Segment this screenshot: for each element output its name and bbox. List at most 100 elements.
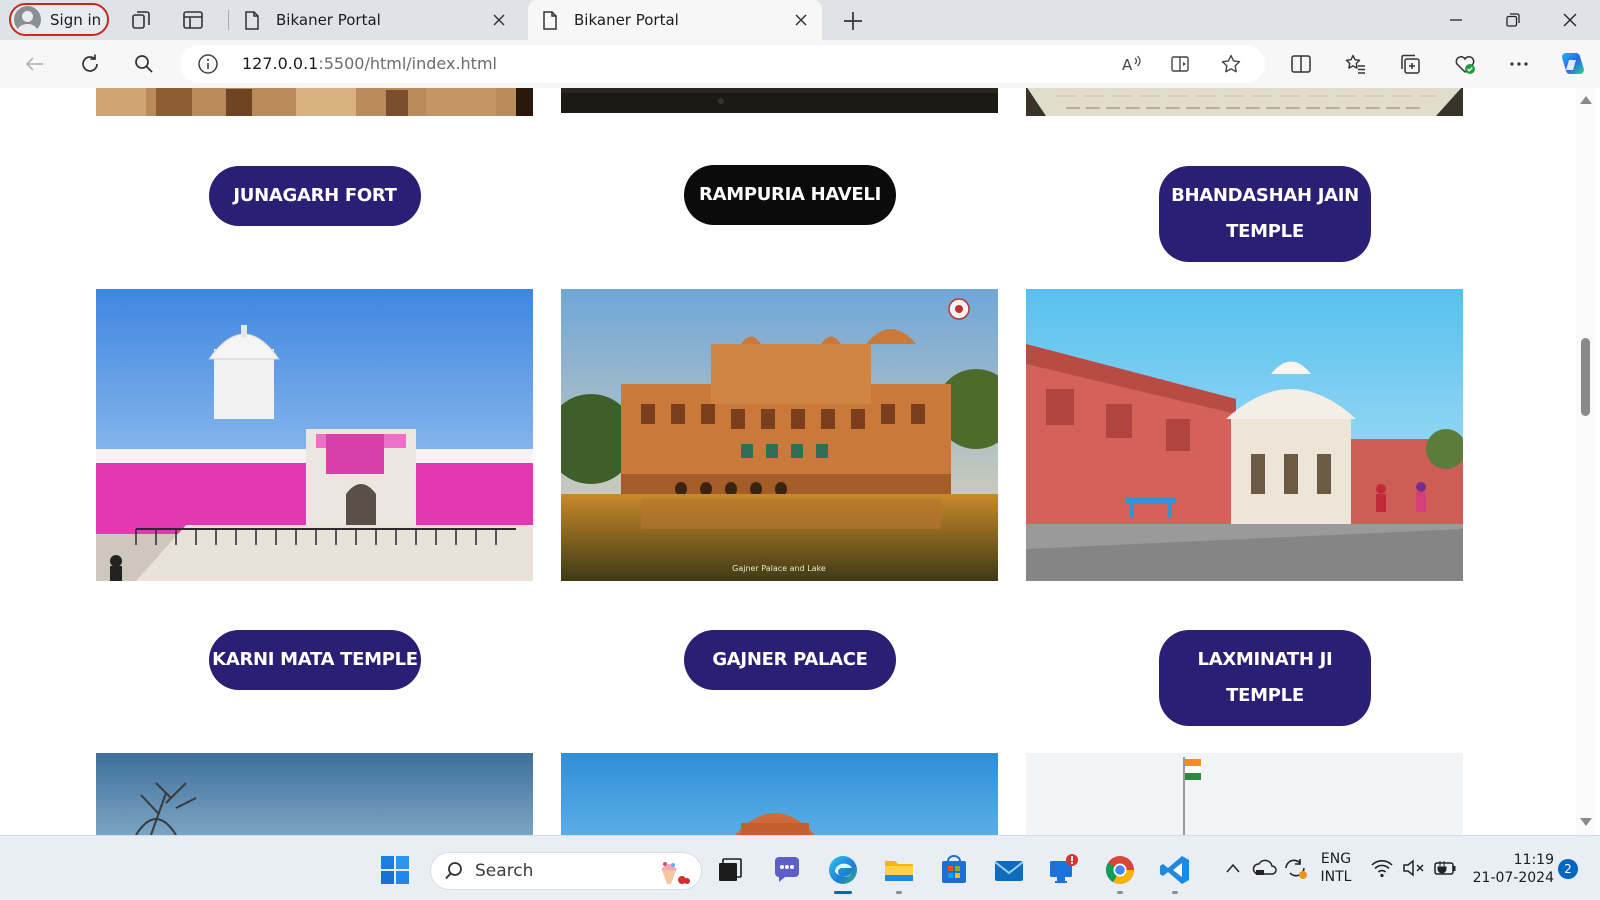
chrome-icon[interactable] bbox=[1103, 853, 1137, 887]
profile-button[interactable]: Sign in bbox=[9, 3, 109, 36]
gajner-palace-image: Gajner Palace and Lake bbox=[561, 289, 998, 581]
page-scrollbar[interactable] bbox=[1576, 88, 1595, 835]
browser-essentials-icon[interactable] bbox=[1454, 53, 1476, 75]
rampuria-haveli-button[interactable]: RAMPURIA HAVELI bbox=[684, 165, 896, 225]
profile-label: Sign in bbox=[50, 10, 102, 29]
favorite-star-icon[interactable] bbox=[1220, 53, 1242, 75]
laxminath-temple-photo bbox=[1026, 289, 1463, 581]
svg-text:A: A bbox=[1122, 56, 1133, 74]
close-tab-button[interactable] bbox=[788, 7, 814, 33]
laxminath-ji-temple-button[interactable]: LAXMINATH JI TEMPLE bbox=[1159, 630, 1371, 726]
chevron-up-icon[interactable] bbox=[1225, 862, 1241, 874]
language-line-2: INTL bbox=[1320, 869, 1352, 885]
bhandashah-temple-photo bbox=[1026, 88, 1463, 116]
taskbar: Search ENG INTL 11:19 21-07-2024 2 bbox=[0, 835, 1600, 900]
avatar bbox=[14, 6, 41, 33]
url-text[interactable]: 127.0.0.1:5500/html/index.html bbox=[242, 54, 497, 73]
search-icon bbox=[135, 55, 153, 73]
minimize-button[interactable] bbox=[1428, 0, 1484, 40]
vscode-icon[interactable] bbox=[1158, 853, 1192, 887]
tab-divider bbox=[228, 10, 229, 30]
close-tab-button[interactable] bbox=[486, 7, 512, 33]
restore-button[interactable] bbox=[1485, 0, 1541, 40]
favorites-icon[interactable] bbox=[1344, 53, 1366, 75]
url-path: :5500/html/index.html bbox=[318, 54, 497, 73]
notification-badge[interactable]: 2 bbox=[1558, 859, 1578, 879]
karni-mata-temple-button[interactable]: KARNI MATA TEMPLE bbox=[209, 630, 421, 690]
new-tab-icon[interactable] bbox=[840, 8, 866, 34]
workspaces-icon[interactable] bbox=[130, 9, 152, 31]
close-window-button[interactable] bbox=[1542, 0, 1598, 40]
sync-icon[interactable] bbox=[1282, 856, 1308, 880]
file-explorer-icon[interactable] bbox=[882, 853, 916, 887]
row3-photo-2 bbox=[561, 753, 998, 835]
more-options-icon[interactable] bbox=[1508, 53, 1530, 75]
edge-icon[interactable] bbox=[826, 853, 860, 887]
collections-icon[interactable] bbox=[1399, 53, 1421, 75]
url-host: 127.0.0.1 bbox=[242, 54, 319, 73]
tab-strip: Sign in Bikaner Portal Bikaner Portal bbox=[0, 0, 1600, 40]
microsoft-store-icon[interactable] bbox=[937, 853, 971, 887]
gajner-palace-photo: Gajner Palace and Lake bbox=[561, 289, 998, 581]
rampuria-haveli-photo bbox=[561, 88, 998, 113]
language-indicator[interactable]: ENG INTL bbox=[1316, 850, 1356, 886]
page-icon bbox=[245, 10, 259, 30]
taskbar-search[interactable]: Search bbox=[430, 852, 702, 890]
junagarh-fort-image bbox=[96, 88, 533, 116]
battery-charging-icon[interactable] bbox=[1432, 858, 1458, 878]
page-viewport: JUNAGARH FORT RAMPURIA HAVELI BHANDASHAH… bbox=[5, 88, 1576, 835]
volume-muted-icon[interactable] bbox=[1402, 858, 1426, 878]
search-highlight-icon bbox=[661, 862, 690, 884]
windows-start-icon[interactable] bbox=[378, 853, 412, 887]
page-icon bbox=[543, 10, 557, 30]
bhandashah-temple-image bbox=[1026, 88, 1463, 116]
tab-title: Bikaner Portal bbox=[276, 11, 381, 29]
tab-bikaner-portal-1[interactable]: Bikaner Portal bbox=[230, 0, 520, 40]
scroll-down-arrow[interactable] bbox=[1580, 818, 1592, 826]
task-view-icon[interactable] bbox=[713, 853, 747, 887]
row3-photo-1 bbox=[96, 753, 533, 835]
read-aloud-icon[interactable]: A bbox=[1121, 53, 1143, 75]
back-button[interactable] bbox=[22, 51, 48, 77]
row3-image-2 bbox=[561, 753, 998, 835]
remote-desktop-icon[interactable] bbox=[1047, 853, 1081, 887]
vscode-running-indicator bbox=[1172, 891, 1178, 894]
refresh-icon bbox=[82, 54, 98, 72]
junagarh-fort-button[interactable]: JUNAGARH FORT bbox=[209, 166, 421, 226]
row3-image-3 bbox=[1026, 753, 1463, 835]
scroll-up-arrow[interactable] bbox=[1580, 96, 1592, 104]
refresh-button[interactable] bbox=[77, 51, 103, 77]
restore-icon bbox=[1506, 13, 1520, 27]
clock[interactable]: 11:19 21-07-2024 bbox=[1468, 851, 1554, 887]
address-bar[interactable]: 127.0.0.1:5500/html/index.html A bbox=[180, 45, 1265, 83]
tab-bikaner-portal-2[interactable]: Bikaner Portal bbox=[528, 0, 822, 40]
close-icon bbox=[493, 14, 505, 26]
info-icon[interactable] bbox=[197, 53, 219, 75]
clock-date: 21-07-2024 bbox=[1472, 870, 1554, 886]
karni-mata-temple-image bbox=[96, 289, 533, 581]
mail-icon[interactable] bbox=[992, 853, 1026, 887]
rampuria-haveli-image bbox=[561, 88, 998, 113]
search-placeholder: Search bbox=[475, 861, 534, 881]
split-screen-icon[interactable] bbox=[1290, 53, 1312, 75]
wifi-icon[interactable] bbox=[1370, 858, 1394, 878]
scroll-thumb[interactable] bbox=[1581, 338, 1590, 416]
search-icon bbox=[445, 862, 462, 880]
tab-actions-icon[interactable] bbox=[182, 9, 204, 31]
search-tool-button[interactable] bbox=[131, 51, 157, 77]
photo-caption: Gajner Palace and Lake bbox=[732, 564, 826, 573]
language-line-1: ENG bbox=[1320, 851, 1352, 867]
laxminath-temple-image bbox=[1026, 289, 1463, 581]
row3-photo-3 bbox=[1026, 753, 1463, 835]
minimize-icon bbox=[1450, 19, 1462, 21]
chrome-running-indicator bbox=[1117, 891, 1123, 894]
gajner-palace-button[interactable]: GAJNER PALACE bbox=[684, 630, 896, 690]
clock-time: 11:19 bbox=[1513, 852, 1554, 868]
bhandashah-jain-temple-button[interactable]: BHANDASHAH JAIN TEMPLE bbox=[1159, 166, 1371, 262]
copilot-icon[interactable] bbox=[1557, 50, 1587, 80]
close-icon bbox=[795, 14, 807, 26]
junagarh-fort-photo bbox=[96, 88, 533, 116]
onedrive-cloud-icon[interactable] bbox=[1252, 856, 1278, 878]
immersive-reader-icon[interactable] bbox=[1170, 53, 1192, 75]
teams-chat-icon[interactable] bbox=[770, 853, 804, 887]
